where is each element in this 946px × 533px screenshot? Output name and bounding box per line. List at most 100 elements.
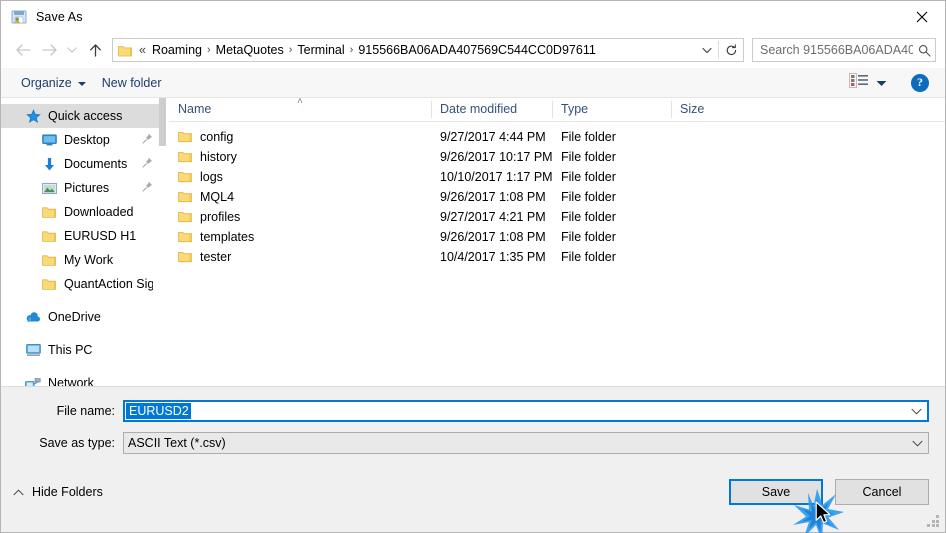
pin-icon[interactable] bbox=[142, 133, 153, 147]
search-input[interactable]: Search 915566BA06ADA40756... bbox=[753, 43, 913, 57]
save-label: Save bbox=[761, 484, 791, 499]
status-bar bbox=[1, 510, 945, 532]
file-name-cell: config bbox=[169, 130, 431, 144]
breadcrumb-item-current-folder[interactable]: 915566BA06ADA407569C544CC0D97611 bbox=[355, 39, 598, 61]
pin-icon[interactable] bbox=[142, 181, 153, 195]
sidebar-item-label: EURUSD H1 bbox=[64, 229, 137, 243]
sidebar-item-documents[interactable]: Documents bbox=[1, 152, 159, 176]
back-arrow-icon[interactable] bbox=[10, 37, 36, 63]
save-as-type-label: Save as type: bbox=[39, 436, 115, 450]
folder-icon bbox=[178, 231, 192, 243]
table-row[interactable]: history 9/26/2017 10:17 PM File folder bbox=[169, 147, 945, 167]
close-icon[interactable] bbox=[899, 1, 945, 32]
sidebar-item-label: Desktop bbox=[64, 133, 110, 147]
chevron-up-icon bbox=[13, 485, 24, 499]
organize-label: Organize bbox=[21, 75, 72, 90]
chevron-down-icon[interactable] bbox=[905, 408, 927, 415]
up-arrow-icon[interactable] bbox=[82, 37, 108, 63]
breadcrumb-prefix[interactable]: « bbox=[136, 39, 149, 61]
folder-icon bbox=[178, 131, 192, 143]
chevron-down-icon[interactable] bbox=[906, 440, 928, 447]
address-bar[interactable]: « Roaming › MetaQuotes › Terminal › 9155… bbox=[112, 38, 744, 62]
file-name-cell: tester bbox=[169, 250, 431, 264]
folder-icon bbox=[41, 252, 57, 268]
sidebar-item-eurusd-h1[interactable]: EURUSD H1 bbox=[1, 224, 159, 248]
breadcrumb-item-terminal[interactable]: Terminal bbox=[294, 39, 347, 61]
sidebar-item-label: Downloaded bbox=[64, 205, 134, 219]
change-view-button[interactable] bbox=[843, 71, 893, 95]
sidebar-item-quick-access[interactable]: Quick access bbox=[1, 104, 159, 128]
column-header-size[interactable]: Size bbox=[671, 98, 751, 121]
file-name-label: MQL4 bbox=[200, 190, 235, 204]
refresh-icon[interactable] bbox=[719, 39, 743, 61]
table-row[interactable]: config 9/27/2017 4:44 PM File folder bbox=[169, 127, 945, 147]
file-date-cell: 9/26/2017 1:08 PM bbox=[440, 190, 546, 204]
desktop-icon bbox=[41, 132, 57, 148]
save-button[interactable]: Save bbox=[729, 478, 823, 505]
file-date-cell: 10/10/2017 1:17 PM bbox=[440, 170, 552, 184]
file-type-cell: File folder bbox=[561, 230, 616, 244]
file-name-input[interactable]: EURUSD2 bbox=[123, 400, 929, 422]
table-row[interactable]: profiles 9/27/2017 4:21 PM File folder bbox=[169, 207, 945, 227]
breadcrumb-separator: › bbox=[206, 44, 211, 56]
sidebar-item-label: This PC bbox=[48, 343, 93, 357]
breadcrumb-item-metaquotes[interactable]: MetaQuotes bbox=[213, 39, 287, 61]
help-icon[interactable]: ? bbox=[911, 73, 929, 92]
window-title: Save As bbox=[36, 9, 83, 24]
save-as-type-select[interactable]: ASCII Text (*.csv) bbox=[123, 432, 929, 454]
folder-icon bbox=[41, 228, 57, 244]
sidebar-item-network[interactable]: Network bbox=[1, 371, 159, 386]
table-row[interactable]: templates 9/26/2017 1:08 PM File folder bbox=[169, 227, 945, 247]
pictures-icon bbox=[41, 180, 57, 196]
table-row[interactable]: MQL4 9/26/2017 1:08 PM File folder bbox=[169, 187, 945, 207]
organize-button[interactable]: Organize bbox=[13, 72, 94, 94]
action-buttons: Save Cancel bbox=[729, 478, 929, 505]
search-box[interactable]: Search 915566BA06ADA40756... bbox=[752, 38, 936, 62]
chevron-down-icon[interactable] bbox=[876, 74, 887, 92]
file-name-cell: profiles bbox=[169, 210, 431, 224]
file-name-label: config bbox=[200, 130, 234, 144]
sidebar-item-onedrive[interactable]: OneDrive bbox=[1, 305, 159, 329]
file-name-cell: MQL4 bbox=[169, 190, 431, 204]
column-header-label: Type bbox=[561, 102, 589, 116]
sidebar-item-desktop[interactable]: Desktop bbox=[1, 128, 159, 152]
column-header-date-modified[interactable]: Date modified bbox=[431, 98, 552, 121]
resize-grip[interactable] bbox=[927, 515, 940, 528]
recent-locations-chevron-icon[interactable] bbox=[62, 37, 82, 63]
sidebar-item-label: QuantAction Signal bbox=[64, 277, 153, 291]
file-name-cell: templates bbox=[169, 230, 431, 244]
cancel-button[interactable]: Cancel bbox=[835, 478, 929, 505]
forward-arrow-icon[interactable] bbox=[36, 37, 62, 63]
sidebar-item-quantaction-signal[interactable]: QuantAction Signal bbox=[1, 272, 159, 296]
new-folder-label: New folder bbox=[101, 75, 162, 90]
file-date-cell: 9/27/2017 4:44 PM bbox=[440, 130, 546, 144]
pin-icon[interactable] bbox=[142, 157, 153, 171]
breadcrumb-separator: › bbox=[349, 44, 354, 56]
sidebar-item-downloaded[interactable]: Downloaded bbox=[1, 200, 159, 224]
folder-icon bbox=[41, 204, 57, 220]
sidebar-item-my-work[interactable]: My Work bbox=[1, 248, 159, 272]
file-name-label: templates bbox=[200, 230, 255, 244]
column-header-type[interactable]: Type bbox=[552, 98, 671, 121]
sidebar-item-label: OneDrive bbox=[48, 310, 101, 324]
column-header-name[interactable]: ˄ Name bbox=[169, 97, 431, 121]
chevron-down-icon bbox=[77, 81, 86, 86]
table-row[interactable]: tester 10/4/2017 1:35 PM File folder bbox=[169, 247, 945, 267]
new-folder-button[interactable]: New folder bbox=[94, 72, 170, 94]
pane-splitter[interactable] bbox=[159, 98, 169, 386]
breadcrumb-item-roaming[interactable]: Roaming bbox=[149, 39, 205, 61]
sidebar-item-pictures[interactable]: Pictures bbox=[1, 176, 159, 200]
hide-folders-button[interactable]: Hide Folders bbox=[13, 485, 103, 499]
sidebar-item-this-pc[interactable]: This PC bbox=[1, 338, 159, 362]
chevron-down-icon[interactable] bbox=[696, 39, 718, 61]
file-list: ˄ Name Date modified Type Size config 9/… bbox=[169, 97, 945, 386]
file-name-label: logs bbox=[200, 170, 223, 184]
hide-folders-label: Hide Folders bbox=[32, 484, 103, 499]
file-name-cell: logs bbox=[169, 170, 431, 184]
table-row[interactable]: logs 10/10/2017 1:17 PM File folder bbox=[169, 167, 945, 187]
star-icon bbox=[25, 108, 41, 124]
sidebar-item-label: Documents bbox=[64, 157, 128, 171]
